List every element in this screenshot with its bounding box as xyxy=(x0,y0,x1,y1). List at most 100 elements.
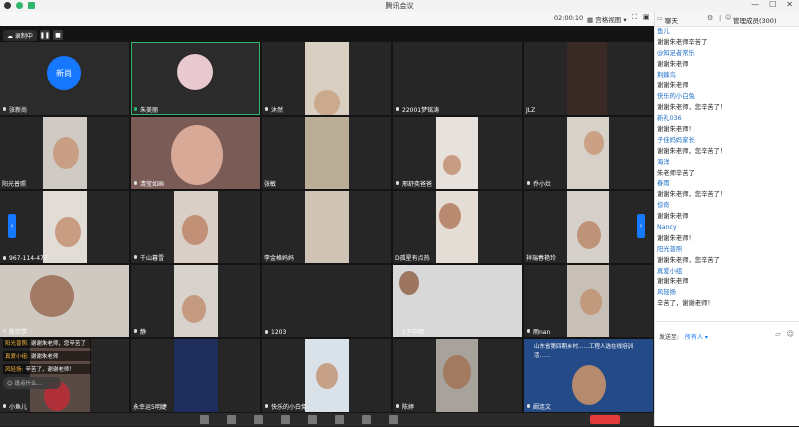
video-tile[interactable]: 李金格妈妈 xyxy=(262,191,391,263)
floating-chat-placeholder: 说点什么... xyxy=(14,381,42,387)
next-page-button[interactable]: › xyxy=(637,214,645,238)
participant-name: 永幸运5明婕 xyxy=(133,404,167,411)
participant-name: 雨nan xyxy=(533,329,551,336)
participant-name: 乔小灶 xyxy=(533,181,552,188)
settings-icon[interactable]: ⚙ xyxy=(707,14,713,22)
video-tile[interactable]: 静 xyxy=(131,265,260,337)
chat-sender: 真爱小组 xyxy=(657,267,683,275)
chat-sender: @知足者常乐 xyxy=(657,49,695,57)
camera-feed xyxy=(174,339,218,412)
tab-separator: | xyxy=(719,14,722,22)
record-icon[interactable] xyxy=(335,415,344,424)
participant-name: 陈宗学 xyxy=(9,329,28,336)
video-tile-screen-share[interactable]: 山东省第四期乡村……工程人选在线培训活…… 阚连文 xyxy=(524,339,653,412)
participant-face xyxy=(577,221,601,249)
pause-recording-button[interactable]: ❚❚ xyxy=(40,30,50,40)
video-tile[interactable]: 967-114-477 xyxy=(0,191,129,263)
video-tile[interactable]: 22001梦铭涛 xyxy=(393,42,522,115)
participant-face xyxy=(443,155,461,175)
video-tile[interactable]: 快乐的小白兔 xyxy=(262,339,391,412)
file-icon[interactable]: ▱ xyxy=(775,330,780,338)
camera-feed xyxy=(436,117,478,189)
previous-page-button[interactable]: ‹ xyxy=(8,214,16,238)
view-mode-dropdown[interactable]: ▦ 宫格视图 ▾ xyxy=(587,14,627,24)
video-tile[interactable]: 雨nan xyxy=(524,265,653,337)
video-tile[interactable]: 邢舒奕爸爸 xyxy=(393,117,522,189)
recording-bar: ☁ 录制中 ❚❚ ■ xyxy=(3,29,63,41)
grid-view-icon: ▦ xyxy=(587,16,594,24)
chat-message-list[interactable]: 鱼儿 谢谢朱老师辛苦了 @知足者常乐 谢谢朱老师 荆棘鸟 谢谢朱老师 快乐的小白… xyxy=(657,27,797,310)
recording-label: 录制中 xyxy=(14,32,33,40)
video-tile[interactable]: 新尚 张新尚 xyxy=(0,42,129,115)
chat-message: 谢谢朱老师！ xyxy=(657,234,695,242)
chat-message: 朱老师辛苦了 xyxy=(657,169,695,177)
microphone-icon xyxy=(2,106,7,113)
emoji-icon[interactable]: ☺ xyxy=(787,330,794,338)
share-screen-icon[interactable] xyxy=(254,415,263,424)
microphone-icon xyxy=(2,403,7,410)
participant-name: 阳光普照 xyxy=(2,181,27,188)
chat-message: 谢谢朱老师！ xyxy=(657,126,695,134)
microphone-icon xyxy=(2,328,7,335)
participant-face xyxy=(580,289,602,315)
chat-composer[interactable]: 发送至: 所有人 ▾ ▱ ☺ xyxy=(655,321,799,427)
microphone-icon xyxy=(133,254,138,261)
participant-name: 22001梦铭涛 xyxy=(402,107,440,114)
smile-icon[interactable]: ☺ xyxy=(7,381,13,387)
video-tile[interactable]: 1于中明 xyxy=(393,265,522,337)
more-icon[interactable] xyxy=(389,415,398,424)
participant-face xyxy=(182,215,208,245)
video-tile[interactable]: 乔小灶 xyxy=(524,117,653,189)
stop-recording-button[interactable]: ■ xyxy=(52,30,63,40)
chat-message: 谢谢朱老师，您辛苦了 xyxy=(657,256,720,264)
tab-members[interactable]: 管理成员(300) xyxy=(733,15,776,25)
participant-name: 967-114-477 xyxy=(9,255,48,262)
mic-toggle-icon[interactable] xyxy=(200,415,209,424)
minimize-button[interactable]: — xyxy=(751,0,759,9)
participant-face xyxy=(572,365,606,405)
video-tile[interactable]: 千山暮雪 xyxy=(131,191,260,263)
pip-icon[interactable]: ▣ xyxy=(643,13,650,22)
avatar: 新尚 xyxy=(47,56,81,90)
chat-sender: 快乐的小白兔 xyxy=(657,93,695,101)
chat-icon[interactable] xyxy=(308,415,317,424)
participant-name: 沐然 xyxy=(271,107,284,114)
members-icon[interactable] xyxy=(281,415,290,424)
participant-face xyxy=(443,355,471,389)
video-tile[interactable]: 沐然 xyxy=(262,42,391,115)
end-meeting-button[interactable] xyxy=(590,415,620,424)
video-tile-active-speaker[interactable]: 朱美丽 xyxy=(131,42,260,115)
video-tile[interactable]: D孤星有点热 xyxy=(393,191,522,263)
microphone-icon xyxy=(395,328,400,335)
members-icon: ☺ xyxy=(725,14,732,21)
send-to-dropdown[interactable]: 所有人 ▾ xyxy=(685,332,708,341)
video-tile[interactable]: 阳光普照 xyxy=(0,117,129,189)
chat-sender: 惊奇 xyxy=(657,202,670,210)
video-tile[interactable]: 永幸运5明婕 xyxy=(131,339,260,412)
microphone-icon xyxy=(526,328,531,335)
video-tile[interactable]: 陈宗学 xyxy=(0,265,129,337)
participant-name: D孤星有点热 xyxy=(395,255,430,262)
settings-icon[interactable] xyxy=(362,415,371,424)
video-tile[interactable]: 张敏 xyxy=(262,117,391,189)
fullscreen-icon[interactable]: ⛶ xyxy=(632,13,637,22)
window-title: 腾讯会议 xyxy=(385,2,414,10)
video-tile[interactable]: JLZ xyxy=(524,42,653,115)
tab-chat[interactable]: 聊天 xyxy=(665,15,678,25)
maximize-button[interactable]: ☐ xyxy=(769,0,776,9)
close-button[interactable]: ✕ xyxy=(786,0,793,9)
video-tile[interactable]: 陈婷 xyxy=(393,339,522,412)
video-tile[interactable]: 1203 xyxy=(262,265,391,337)
chat-sender: Nancy xyxy=(657,224,677,232)
recording-indicator: ☁ 录制中 xyxy=(3,29,37,41)
microphone-icon xyxy=(395,180,400,187)
participant-name: 邢舒奕爸爸 xyxy=(402,181,433,188)
microphone-icon xyxy=(395,403,400,410)
participant-name: 朱美丽 xyxy=(140,107,159,114)
floating-chat-input[interactable]: ☺ 说点什么... xyxy=(3,377,61,389)
camera-toggle-icon[interactable] xyxy=(227,415,236,424)
video-tile[interactable]: 祥瑞春艳玲 xyxy=(524,191,653,263)
microphone-icon xyxy=(395,106,400,113)
video-tile[interactable]: 清莹如画 xyxy=(131,117,260,189)
participant-face xyxy=(584,131,604,155)
